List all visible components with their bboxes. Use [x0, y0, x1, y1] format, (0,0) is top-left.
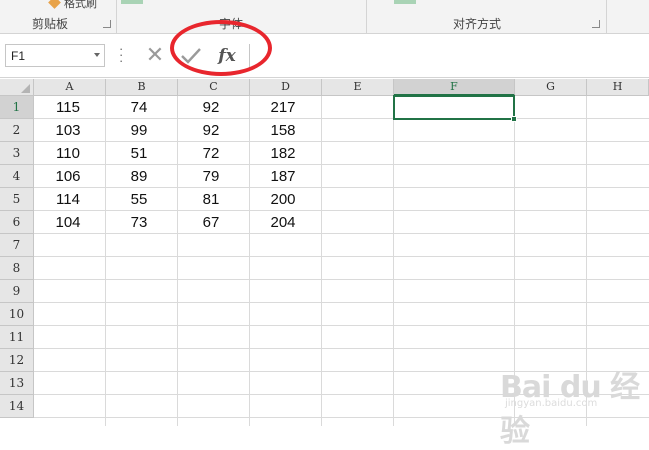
cell-c1[interactable]: 92	[178, 96, 244, 119]
ribbon-separator	[116, 0, 117, 33]
row-header-14[interactable]: 14	[0, 395, 34, 418]
gridline	[393, 96, 394, 426]
column-header-c[interactable]: C	[178, 79, 250, 96]
column-header-f[interactable]: F	[394, 79, 515, 96]
format-painter-label: 格式刷	[64, 0, 97, 10]
column-header-h[interactable]: H	[587, 79, 649, 96]
gridline	[321, 96, 322, 426]
watermark-url: jingyan.baidu.com	[505, 398, 598, 409]
name-box-value: F1	[11, 49, 26, 63]
cell-b4[interactable]: 89	[106, 165, 172, 188]
cell-d4[interactable]: 187	[250, 165, 316, 188]
select-all-icon	[21, 84, 30, 93]
row-header-6[interactable]: 6	[0, 211, 34, 234]
row-header-12[interactable]: 12	[0, 349, 34, 372]
ribbon-swatch	[394, 0, 416, 4]
column-header-b[interactable]: B	[106, 79, 178, 96]
column-header-g[interactable]: G	[515, 79, 587, 96]
row-header-8[interactable]: 8	[0, 257, 34, 280]
cell-b2[interactable]: 99	[106, 119, 172, 142]
cell-a4[interactable]: 106	[34, 165, 102, 188]
active-cell-f1[interactable]	[393, 95, 517, 122]
cell-a3[interactable]: 110	[34, 142, 102, 165]
column-header-e[interactable]: E	[322, 79, 394, 96]
cell-c4[interactable]: 79	[178, 165, 244, 188]
row-header-10[interactable]: 10	[0, 303, 34, 326]
gridline	[34, 279, 649, 280]
cancel-icon[interactable]: ✕	[142, 44, 168, 68]
gridline	[34, 348, 649, 349]
column-header-d[interactable]: D	[250, 79, 322, 96]
column-header-a[interactable]: A	[34, 79, 106, 96]
row-header-13[interactable]: 13	[0, 372, 34, 395]
name-box[interactable]: F1	[5, 44, 105, 67]
ribbon-swatch	[121, 0, 143, 4]
cell-b3[interactable]: 51	[106, 142, 172, 165]
cell-d3[interactable]: 182	[250, 142, 316, 165]
cell-b1[interactable]: 74	[106, 96, 172, 119]
cell-c3[interactable]: 72	[178, 142, 244, 165]
formula-bar: F1 · · · ✕ fx	[0, 34, 649, 78]
gridline	[34, 302, 649, 303]
fill-handle[interactable]	[511, 116, 517, 122]
row-header-9[interactable]: 9	[0, 280, 34, 303]
cell-d5[interactable]: 200	[250, 188, 316, 211]
row-header-7[interactable]: 7	[0, 234, 34, 257]
chevron-down-icon[interactable]	[94, 53, 100, 57]
cell-d1[interactable]: 217	[250, 96, 316, 119]
row-header-11[interactable]: 11	[0, 326, 34, 349]
row-header-3[interactable]: 3	[0, 142, 34, 165]
cell-d2[interactable]: 158	[250, 119, 316, 142]
row-header-4[interactable]: 4	[0, 165, 34, 188]
clipboard-launcher-icon[interactable]	[103, 20, 111, 28]
group-label-clipboard: 剪贴板	[32, 17, 69, 31]
cell-d6[interactable]: 204	[250, 211, 316, 234]
highlight-circle-annotation	[170, 20, 272, 76]
cell-a5[interactable]: 114	[34, 188, 102, 211]
row-header-1[interactable]: 1	[0, 96, 34, 119]
cell-a1[interactable]: 115	[34, 96, 102, 119]
cell-a6[interactable]: 104	[34, 211, 102, 234]
formula-input[interactable]	[252, 44, 649, 68]
gridline	[34, 325, 649, 326]
ribbon: 格式刷 剪贴板 字体 对齐方式	[0, 0, 649, 34]
ribbon-separator	[606, 0, 607, 33]
ribbon-separator	[366, 0, 367, 33]
more-dots-icon[interactable]: · · ·	[119, 42, 123, 67]
gridline	[34, 256, 649, 257]
cell-a2[interactable]: 103	[34, 119, 102, 142]
cell-b5[interactable]: 55	[106, 188, 172, 211]
cell-c5[interactable]: 81	[178, 188, 244, 211]
brush-icon	[48, 0, 61, 9]
cell-b6[interactable]: 73	[106, 211, 172, 234]
row-header-2[interactable]: 2	[0, 119, 34, 142]
alignment-launcher-icon[interactable]	[592, 20, 600, 28]
row-header-5[interactable]: 5	[0, 188, 34, 211]
select-all-corner[interactable]	[0, 79, 34, 96]
cell-c6[interactable]: 67	[178, 211, 244, 234]
group-label-alignment: 对齐方式	[453, 17, 502, 31]
cell-c2[interactable]: 92	[178, 119, 244, 142]
format-painter-button[interactable]: 格式刷	[48, 0, 97, 11]
